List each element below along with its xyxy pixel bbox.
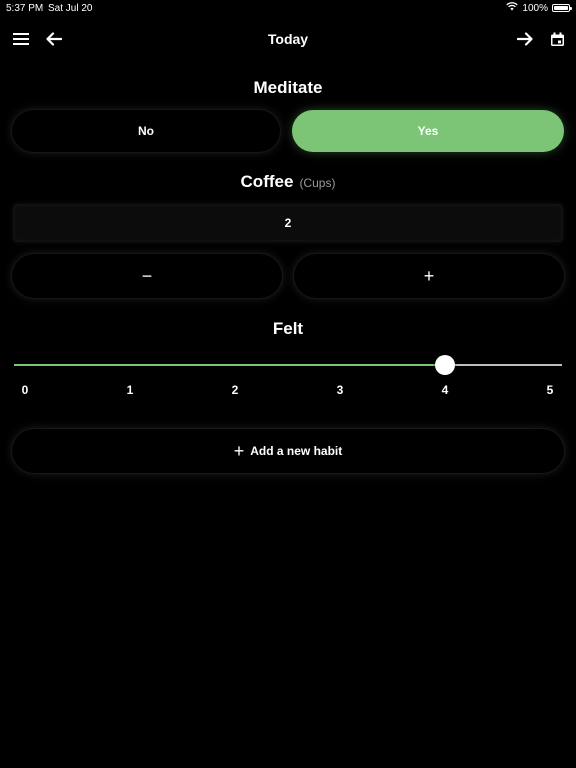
- felt-slider[interactable]: [14, 355, 562, 375]
- coffee-increment-button[interactable]: +: [294, 254, 564, 298]
- coffee-value-field[interactable]: 2: [13, 204, 563, 242]
- coffee-value: 2: [284, 216, 292, 230]
- add-habit-label: Add a new habit: [250, 444, 343, 458]
- wifi-icon: [506, 2, 519, 14]
- minus-icon: −: [141, 265, 153, 286]
- felt-tick-label: 1: [126, 383, 134, 397]
- battery-percent: 100%: [522, 2, 548, 14]
- felt-tick-label: 0: [21, 383, 29, 397]
- meditate-no-button[interactable]: No: [12, 110, 280, 152]
- status-date: Sat Jul 20: [48, 3, 93, 14]
- meditate-yes-button[interactable]: Yes: [292, 110, 564, 152]
- felt-slider-thumb[interactable]: [435, 355, 455, 375]
- felt-tick-label: 3: [336, 383, 344, 397]
- coffee-title: Coffee: [240, 172, 294, 191]
- felt-title: Felt: [272, 319, 304, 338]
- felt-slider-fill: [14, 364, 445, 366]
- meditate-yes-label: Yes: [417, 124, 439, 138]
- forward-arrow-icon[interactable]: [514, 28, 536, 50]
- felt-tick-label: 5: [546, 383, 554, 397]
- meditate-title: Meditate: [253, 78, 323, 97]
- plus-icon: +: [423, 265, 435, 286]
- status-time: 5:37 PM: [6, 3, 44, 14]
- coffee-decrement-button[interactable]: −: [12, 254, 282, 298]
- calendar-icon[interactable]: [546, 28, 568, 50]
- page-title: Today: [267, 31, 309, 47]
- add-habit-button[interactable]: + Add a new habit: [12, 429, 564, 473]
- status-bar: 5:37 PM Sat Jul 20 100%: [0, 0, 576, 16]
- battery-icon: [552, 4, 572, 12]
- meditate-no-label: No: [138, 124, 154, 138]
- felt-tick-label: 2: [231, 383, 239, 397]
- coffee-unit: (Cups): [299, 176, 336, 190]
- add-icon: +: [233, 441, 245, 461]
- status-indicators: 100%: [506, 2, 572, 14]
- felt-tick-label: 4: [441, 383, 449, 397]
- coffee-header: Coffee (Cups): [0, 172, 576, 192]
